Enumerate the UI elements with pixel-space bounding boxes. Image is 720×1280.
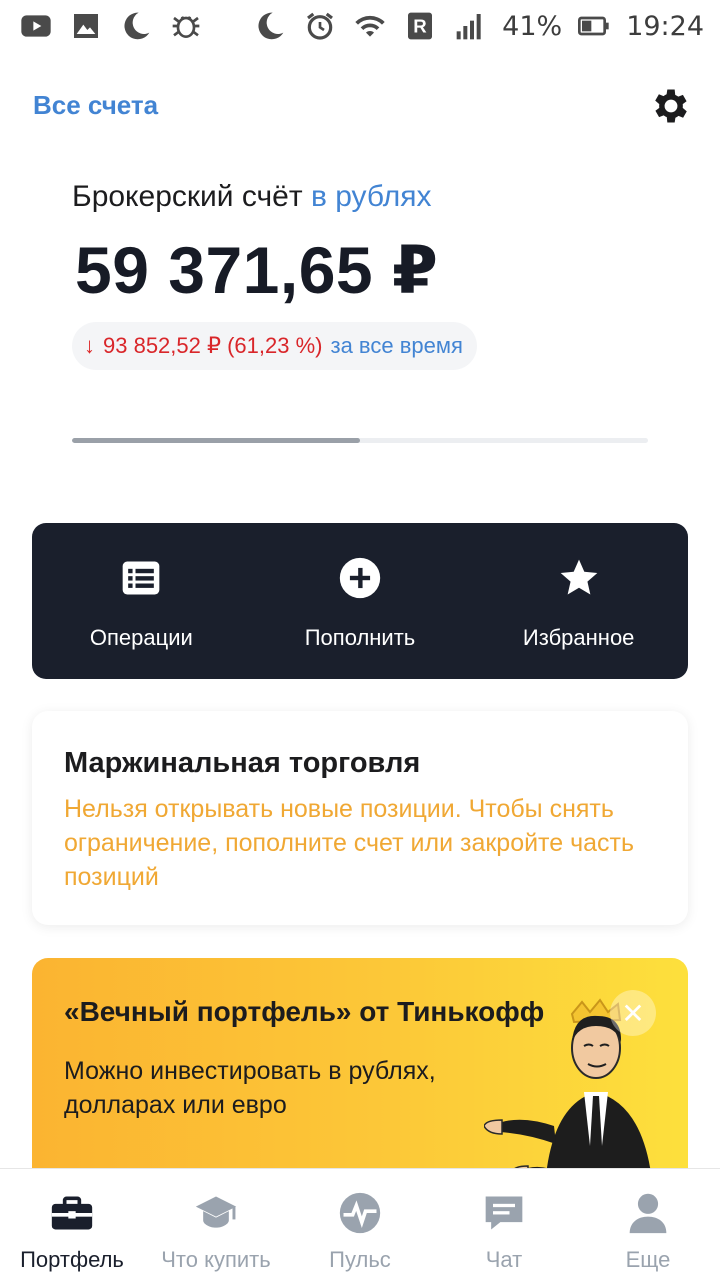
change-value: 93 852,52 ₽ (61,23 %) [103, 333, 323, 358]
nav-label: Еще [625, 1247, 671, 1272]
page-indicator-fill [72, 438, 360, 443]
status-bar-right: R 41% 19:24 [252, 8, 704, 44]
header: Все счета [0, 80, 720, 132]
favorites-button[interactable]: Избранное [469, 523, 688, 679]
promo-title: «Вечный портфель» от Тинькофф [64, 996, 545, 1027]
nav-pulse[interactable]: Пульс [288, 1169, 432, 1280]
list-icon [118, 555, 164, 601]
margin-trading-card[interactable]: Маржинальная торговля Нельзя открывать н… [32, 711, 688, 925]
nav-label: Чат [485, 1247, 523, 1272]
action-label: Избранное [522, 625, 635, 650]
bottom-navigation: Портфель Что купить Пульс Чат Еще [0, 1168, 720, 1280]
close-icon[interactable]: ✕ [610, 990, 656, 1036]
change-period[interactable]: за все время [330, 333, 462, 359]
nav-label: Портфель [20, 1247, 124, 1272]
nav-what-to-buy[interactable]: Что купить [144, 1169, 288, 1280]
graduation-cap-icon [192, 1189, 240, 1237]
action-label: Пополнить [304, 625, 416, 650]
profile-icon [624, 1189, 672, 1237]
bug-icon [168, 8, 204, 44]
page-indicator [72, 438, 648, 443]
status-bar: R 41% 19:24 [0, 0, 720, 52]
promo-banner[interactable]: «Вечный портфель» от Тинькофф Можно инве… [32, 958, 688, 1198]
all-accounts-link[interactable]: Все счета [33, 90, 158, 121]
margin-card-text: Нельзя открывать новые позиции. Чтобы сн… [64, 795, 634, 891]
nav-label: Пульс [329, 1247, 391, 1272]
top-up-button[interactable]: Пополнить [251, 523, 470, 679]
status-bar-left [18, 8, 204, 44]
youtube-icon [18, 8, 54, 44]
moon-icon [252, 8, 288, 44]
moon-icon [118, 8, 154, 44]
plus-circle-icon [337, 555, 383, 601]
alarm-icon [302, 8, 338, 44]
nav-chat[interactable]: Чат [432, 1169, 576, 1280]
nav-more[interactable]: Еще [576, 1169, 720, 1280]
battery-percent: 41% [502, 10, 563, 42]
nav-portfolio[interactable]: Портфель [0, 1169, 144, 1280]
star-icon [556, 555, 602, 601]
wifi-icon [352, 8, 388, 44]
briefcase-icon [48, 1189, 96, 1237]
margin-card-title: Маржинальная торговля [64, 747, 421, 779]
signal-icon [452, 8, 488, 44]
pulse-icon [336, 1189, 384, 1237]
operations-button[interactable]: Операции [32, 523, 251, 679]
account-balance: 59 371,65 ₽ [75, 233, 439, 307]
chat-icon [480, 1189, 528, 1237]
currency-link[interactable]: в рублях [311, 180, 432, 213]
image-icon [68, 8, 104, 44]
roaming-icon: R [402, 8, 438, 44]
arrow-down-icon: ↓ [84, 333, 95, 358]
clock: 19:24 [626, 10, 704, 42]
change-pill[interactable]: ↓ 93 852,52 ₽ (61,23 %) за все время [72, 322, 477, 370]
account-title: Брокерский счёт в рублях [72, 180, 431, 214]
svg-text:R: R [413, 16, 427, 37]
promo-text: Можно инвестировать в рублях, долларах и… [64, 1057, 436, 1119]
account-label: Брокерский счёт [72, 180, 303, 213]
action-label: Операции [89, 625, 193, 650]
nav-label: Что купить [161, 1247, 271, 1272]
gear-icon[interactable] [649, 84, 693, 128]
battery-icon [576, 8, 612, 44]
actions-panel: Операции Пополнить Избранное [32, 523, 688, 679]
